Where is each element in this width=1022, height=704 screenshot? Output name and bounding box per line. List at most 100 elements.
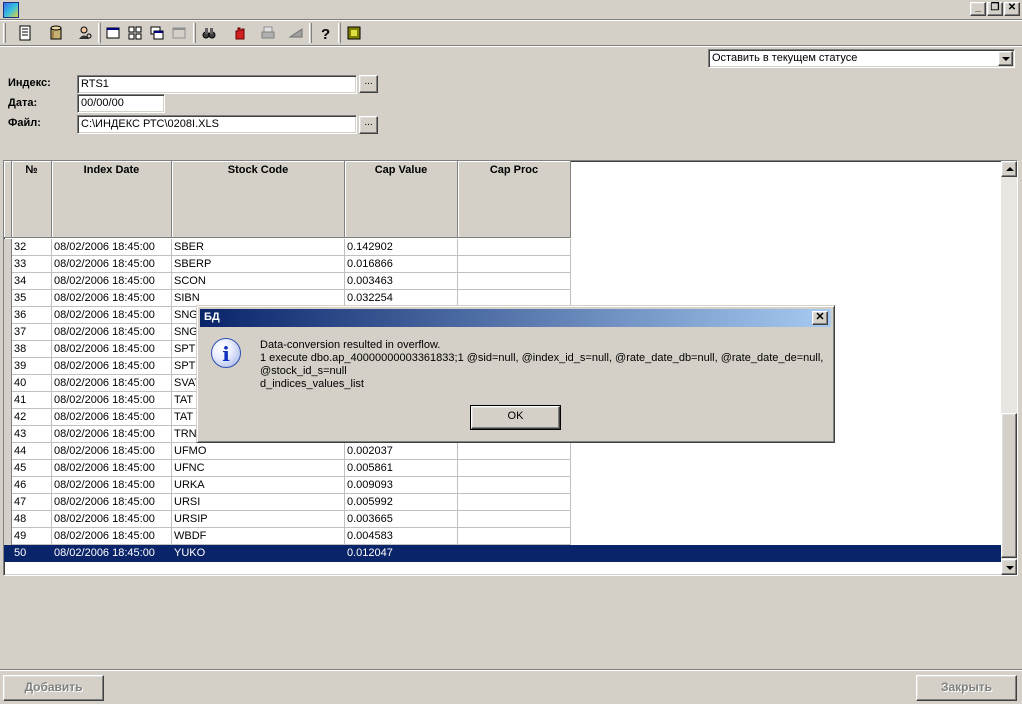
row-indicator[interactable] xyxy=(4,392,12,409)
column-header-stock-code[interactable]: Stock Code xyxy=(172,161,345,238)
cell-number[interactable]: 50 xyxy=(12,545,52,562)
cell-cap-value[interactable]: 0.016866 xyxy=(345,256,458,273)
column-header-cap-proc[interactable]: Cap Proc xyxy=(458,161,571,238)
row-indicator[interactable] xyxy=(4,375,12,392)
table-row[interactable]: 49 08/02/2006 18:45:00 WBDF 0.004583 xyxy=(4,528,571,545)
cell-number[interactable]: 41 xyxy=(12,392,52,409)
cell-number[interactable]: 49 xyxy=(12,528,52,545)
printer-icon[interactable] xyxy=(257,22,279,44)
cell-cap-proc[interactable] xyxy=(458,239,571,256)
cell-index-date[interactable]: 08/02/2006 18:45:00 xyxy=(52,443,172,460)
table-row[interactable]: 50 08/02/2006 18:45:00 YUKO 0.012047 xyxy=(4,545,1004,562)
status-select[interactable]: Оставить в текущем статусе xyxy=(708,49,1015,68)
cell-number[interactable]: 44 xyxy=(12,443,52,460)
cell-index-date[interactable]: 08/02/2006 18:45:00 xyxy=(52,477,172,494)
column-header-cap-value[interactable]: Cap Value xyxy=(345,161,458,238)
cell-number[interactable]: 40 xyxy=(12,375,52,392)
cell-number[interactable]: 48 xyxy=(12,511,52,528)
cell-index-date[interactable]: 08/02/2006 18:45:00 xyxy=(52,392,172,409)
cell-number[interactable]: 46 xyxy=(12,477,52,494)
index-browse-button[interactable]: ... xyxy=(359,75,378,93)
cell-cap-value[interactable]: 0.002037 xyxy=(345,443,458,460)
row-indicator[interactable] xyxy=(4,528,12,545)
cell-number[interactable]: 37 xyxy=(12,324,52,341)
cell-number[interactable]: 35 xyxy=(12,290,52,307)
cell-number[interactable]: 39 xyxy=(12,358,52,375)
cell-cap-proc[interactable] xyxy=(458,511,571,528)
cell-index-date[interactable]: 08/02/2006 18:45:00 xyxy=(52,460,172,477)
binoculars-icon[interactable] xyxy=(198,22,220,44)
row-indicator[interactable] xyxy=(4,256,12,273)
chevron-down-icon[interactable] xyxy=(998,51,1013,66)
cell-index-date[interactable]: 08/02/2006 18:45:00 xyxy=(52,273,172,290)
cell-cap-proc[interactable] xyxy=(458,494,571,511)
cell-cap-value[interactable]: 0.009093 xyxy=(345,477,458,494)
cell-number[interactable]: 47 xyxy=(12,494,52,511)
cell-number[interactable]: 34 xyxy=(12,273,52,290)
row-indicator[interactable] xyxy=(4,324,12,341)
row-indicator[interactable] xyxy=(4,273,12,290)
column-header-number[interactable]: № xyxy=(12,161,52,238)
cell-index-date[interactable]: 08/02/2006 18:45:00 xyxy=(52,324,172,341)
cell-stock-code[interactable]: UFMO xyxy=(172,443,345,460)
table-row[interactable]: 48 08/02/2006 18:45:00 URSIP 0.003665 xyxy=(4,511,571,528)
row-indicator[interactable] xyxy=(4,443,12,460)
exit-icon[interactable] xyxy=(343,22,365,44)
cell-number[interactable]: 43 xyxy=(12,426,52,443)
vertical-scrollbar[interactable] xyxy=(1001,161,1017,575)
cell-index-date[interactable]: 08/02/2006 18:45:00 xyxy=(52,358,172,375)
window-disabled-icon[interactable] xyxy=(168,22,190,44)
window-icon[interactable] xyxy=(102,22,124,44)
row-indicator[interactable] xyxy=(4,290,12,307)
help-icon[interactable]: ? xyxy=(314,22,336,44)
cell-cap-value[interactable]: 0.005992 xyxy=(345,494,458,511)
cell-cap-proc[interactable] xyxy=(458,256,571,273)
close-window-button[interactable]: ✕ xyxy=(1004,2,1020,16)
row-indicator[interactable] xyxy=(4,358,12,375)
cell-cap-proc[interactable] xyxy=(458,443,571,460)
restore-button[interactable]: ❐ xyxy=(987,2,1003,16)
row-indicator[interactable] xyxy=(4,239,12,256)
cell-stock-code[interactable]: URSI xyxy=(172,494,345,511)
cell-number[interactable]: 45 xyxy=(12,460,52,477)
row-indicator[interactable] xyxy=(4,307,12,324)
add-button[interactable]: Добавить xyxy=(3,675,104,701)
cell-index-date[interactable]: 08/02/2006 18:45:00 xyxy=(52,239,172,256)
row-indicator[interactable] xyxy=(4,460,12,477)
cell-cap-proc[interactable] xyxy=(458,545,571,562)
cell-number[interactable]: 38 xyxy=(12,341,52,358)
cell-stock-code[interactable]: YUKO xyxy=(172,545,345,562)
cell-stock-code[interactable]: WBDF xyxy=(172,528,345,545)
cell-cap-value[interactable]: 0.003463 xyxy=(345,273,458,290)
cell-index-date[interactable]: 08/02/2006 18:45:00 xyxy=(52,341,172,358)
table-row[interactable]: 45 08/02/2006 18:45:00 UFNC 0.005861 xyxy=(4,460,571,477)
toolbar-grip[interactable] xyxy=(3,23,6,43)
file-browse-button[interactable]: ... xyxy=(359,116,378,134)
cell-number[interactable]: 36 xyxy=(12,307,52,324)
cell-index-date[interactable]: 08/02/2006 18:45:00 xyxy=(52,494,172,511)
cell-index-date[interactable]: 08/02/2006 18:45:00 xyxy=(52,256,172,273)
row-indicator[interactable] xyxy=(4,426,12,443)
scroll-down-button[interactable] xyxy=(1001,559,1017,575)
cell-cap-value[interactable]: 0.142902 xyxy=(345,239,458,256)
table-row[interactable]: 44 08/02/2006 18:45:00 UFMO 0.002037 xyxy=(4,443,571,460)
cell-cap-proc[interactable] xyxy=(458,477,571,494)
row-indicator[interactable] xyxy=(4,409,12,426)
cell-stock-code[interactable]: URSIP xyxy=(172,511,345,528)
cell-cap-proc[interactable] xyxy=(458,528,571,545)
cell-index-date[interactable]: 08/02/2006 18:45:00 xyxy=(52,307,172,324)
date-field[interactable]: 00/00/00 xyxy=(77,94,165,113)
cell-index-date[interactable]: 08/02/2006 18:45:00 xyxy=(52,290,172,307)
index-field[interactable]: RTS1 xyxy=(77,75,357,94)
scroll-up-button[interactable] xyxy=(1001,161,1017,177)
cell-cap-value[interactable]: 0.005861 xyxy=(345,460,458,477)
cell-number[interactable]: 32 xyxy=(12,239,52,256)
table-row[interactable]: 32 08/02/2006 18:45:00 SBER 0.142902 xyxy=(4,239,571,256)
cell-cap-proc[interactable] xyxy=(458,460,571,477)
cell-stock-code[interactable]: URKA xyxy=(172,477,345,494)
scroll-thumb[interactable] xyxy=(1001,413,1017,558)
table-row[interactable]: 46 08/02/2006 18:45:00 URKA 0.009093 xyxy=(4,477,571,494)
table-row[interactable]: 34 08/02/2006 18:45:00 SCON 0.003463 xyxy=(4,273,571,290)
cell-index-date[interactable]: 08/02/2006 18:45:00 xyxy=(52,545,172,562)
dialog-close-button[interactable]: ✕ xyxy=(812,311,828,325)
